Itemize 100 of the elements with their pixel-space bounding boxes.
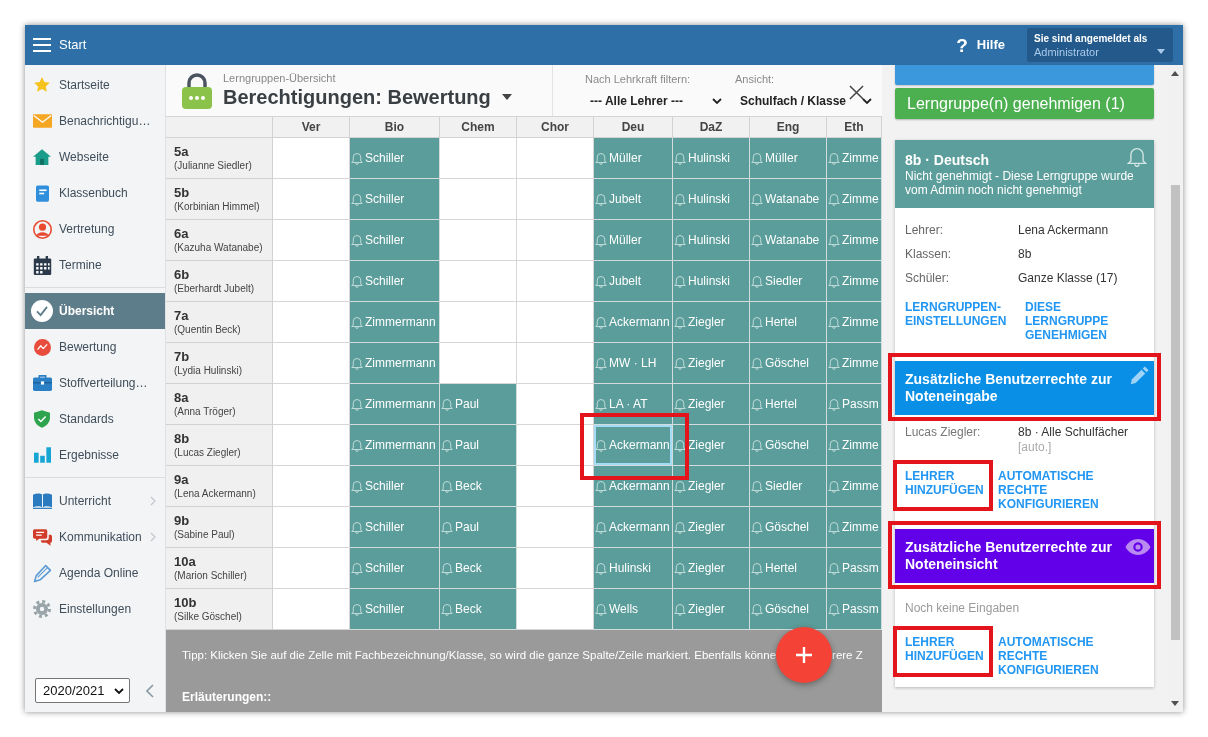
table-cell[interactable]: Passm xyxy=(827,589,882,630)
sidebar-item[interactable]: Agenda Online xyxy=(25,555,165,591)
table-cell[interactable]: Göschel xyxy=(750,343,827,384)
sidebar-item[interactable]: Webseite xyxy=(25,139,165,175)
table-cell[interactable] xyxy=(273,261,350,302)
menu-icon[interactable] xyxy=(33,38,51,52)
table-cell[interactable]: Passm xyxy=(827,548,882,589)
table-cell[interactable]: Schiller xyxy=(350,589,440,630)
panel-button[interactable] xyxy=(895,65,1154,85)
table-cell[interactable] xyxy=(440,261,517,302)
action-link[interactable]: AUTOMATISCHE RECHTE KONFIGURIEREN xyxy=(998,635,1108,677)
table-cell[interactable]: Ziegler xyxy=(673,343,750,384)
table-cell[interactable] xyxy=(517,507,594,548)
row-header[interactable]: 5b (Korbinian Himmel) xyxy=(166,179,273,220)
table-cell[interactable]: Siedler xyxy=(750,466,827,507)
row-header[interactable]: 7b (Lydia Hulinski) xyxy=(166,343,273,384)
table-cell[interactable]: Müller xyxy=(594,138,673,179)
table-cell[interactable]: Wells xyxy=(594,589,673,630)
table-cell[interactable]: Hulinski xyxy=(594,548,673,589)
scroll-down-icon[interactable] xyxy=(1171,701,1179,706)
table-cell[interactable]: Zimme xyxy=(827,425,882,466)
sidebar-item[interactable]: Unterricht xyxy=(25,483,165,519)
sidebar-item[interactable]: Startseite xyxy=(25,67,165,103)
table-cell[interactable]: Ziegler xyxy=(673,507,750,548)
table-cell[interactable]: Göschel xyxy=(750,589,827,630)
table-cell[interactable]: Zimmermann xyxy=(350,425,440,466)
table-cell[interactable]: Beck xyxy=(440,548,517,589)
table-cell[interactable]: Zimme xyxy=(827,507,882,548)
sidebar-item[interactable]: Kommunikation xyxy=(25,519,165,555)
column-header[interactable]: DaZ xyxy=(673,117,750,138)
row-header[interactable]: 6b (Eberhardt Jubelt) xyxy=(166,261,273,302)
table-cell[interactable] xyxy=(273,466,350,507)
table-cell[interactable]: Paul xyxy=(440,507,517,548)
table-cell[interactable]: Ziegler xyxy=(673,384,750,425)
table-cell[interactable] xyxy=(440,220,517,261)
column-header[interactable]: Eth xyxy=(827,117,882,138)
sidebar-item[interactable]: Benachrichtigu… xyxy=(25,103,165,139)
action-link[interactable]: AUTOMATISCHE RECHTE KONFIGURIEREN xyxy=(998,469,1108,511)
table-cell[interactable]: Ziegler xyxy=(673,302,750,343)
table-cell[interactable]: Müller xyxy=(594,220,673,261)
table-cell[interactable]: Watanabe xyxy=(750,179,827,220)
filter-select[interactable]: --- Alle Lehrer --- xyxy=(585,90,724,112)
sidebar-item[interactable]: Bewertung xyxy=(25,329,165,365)
help-link[interactable]: ? Hilfe xyxy=(956,35,1005,55)
table-cell[interactable]: Beck xyxy=(440,466,517,507)
sidebar-item[interactable]: Übersicht xyxy=(25,293,165,329)
chevron-left-icon[interactable] xyxy=(146,683,154,698)
scrollbar-thumb[interactable] xyxy=(1170,185,1180,640)
table-cell[interactable]: Beck xyxy=(440,589,517,630)
table-cell[interactable] xyxy=(440,302,517,343)
table-cell[interactable]: Zimme xyxy=(827,302,882,343)
table-cell[interactable]: Zimme xyxy=(827,220,882,261)
table-cell[interactable] xyxy=(517,179,594,220)
table-cell[interactable]: Schiller xyxy=(350,507,440,548)
add-button[interactable] xyxy=(776,627,833,683)
table-cell[interactable]: Siedler xyxy=(750,261,827,302)
sidebar-item[interactable]: Ergebnisse xyxy=(25,437,165,473)
filter-select[interactable]: Schulfach / Klasse xyxy=(735,90,874,112)
table-cell[interactable]: Zimme xyxy=(827,466,882,507)
table-cell[interactable]: Hertel xyxy=(750,384,827,425)
table-cell[interactable]: Müller xyxy=(750,138,827,179)
table-cell[interactable] xyxy=(517,261,594,302)
table-cell[interactable]: Ackermann xyxy=(594,466,673,507)
table-cell[interactable]: Hertel xyxy=(750,548,827,589)
action-link[interactable]: DIESE LERNGRUPPE GENEHMIGEN xyxy=(1025,300,1125,342)
table-cell[interactable]: Zimmermann xyxy=(350,302,440,343)
table-cell[interactable]: Passm xyxy=(827,384,882,425)
table-cell[interactable]: Ackermann xyxy=(594,507,673,548)
table-cell[interactable]: Zimme xyxy=(827,261,882,302)
table-cell[interactable]: Paul xyxy=(440,384,517,425)
action-link[interactable]: LEHRER HINZUFÜGEN xyxy=(905,469,990,497)
table-cell[interactable] xyxy=(517,138,594,179)
table-cell[interactable] xyxy=(273,343,350,384)
row-header[interactable]: 7a (Quentin Beck) xyxy=(166,302,273,343)
sidebar-item[interactable]: Standards xyxy=(25,401,165,437)
table-cell[interactable] xyxy=(273,425,350,466)
table-cell[interactable]: LA · AT xyxy=(594,384,673,425)
table-cell[interactable] xyxy=(517,302,594,343)
table-cell[interactable]: Watanabe xyxy=(750,220,827,261)
column-header[interactable]: Deu xyxy=(594,117,673,138)
column-header[interactable]: Chem xyxy=(440,117,517,138)
scroll-up-icon[interactable] xyxy=(1171,71,1179,76)
table-cell[interactable] xyxy=(273,138,350,179)
table-cell[interactable]: Zimmermann xyxy=(350,384,440,425)
action-link[interactable]: LERNGRUPPEN-EINSTELLUNGEN xyxy=(905,300,1015,328)
table-cell[interactable]: Hulinski xyxy=(673,261,750,302)
table-cell[interactable]: Zimmermann xyxy=(350,343,440,384)
table-cell[interactable]: Zimme xyxy=(827,179,882,220)
row-header[interactable]: 10b (Silke Göschel) xyxy=(166,589,273,630)
table-cell[interactable]: Schiller xyxy=(350,138,440,179)
table-cell[interactable] xyxy=(517,589,594,630)
column-header[interactable]: Chor xyxy=(517,117,594,138)
table-cell[interactable] xyxy=(273,302,350,343)
row-header[interactable]: 5a (Julianne Siedler) xyxy=(166,138,273,179)
row-header[interactable]: 6a (Kazuha Watanabe) xyxy=(166,220,273,261)
table-cell[interactable]: Ziegler xyxy=(673,466,750,507)
approve-button[interactable]: Lerngruppe(n) genehmigen (1) xyxy=(895,88,1154,119)
table-cell[interactable] xyxy=(517,343,594,384)
row-header[interactable]: 10a (Marion Schiller) xyxy=(166,548,273,589)
table-cell[interactable] xyxy=(440,138,517,179)
